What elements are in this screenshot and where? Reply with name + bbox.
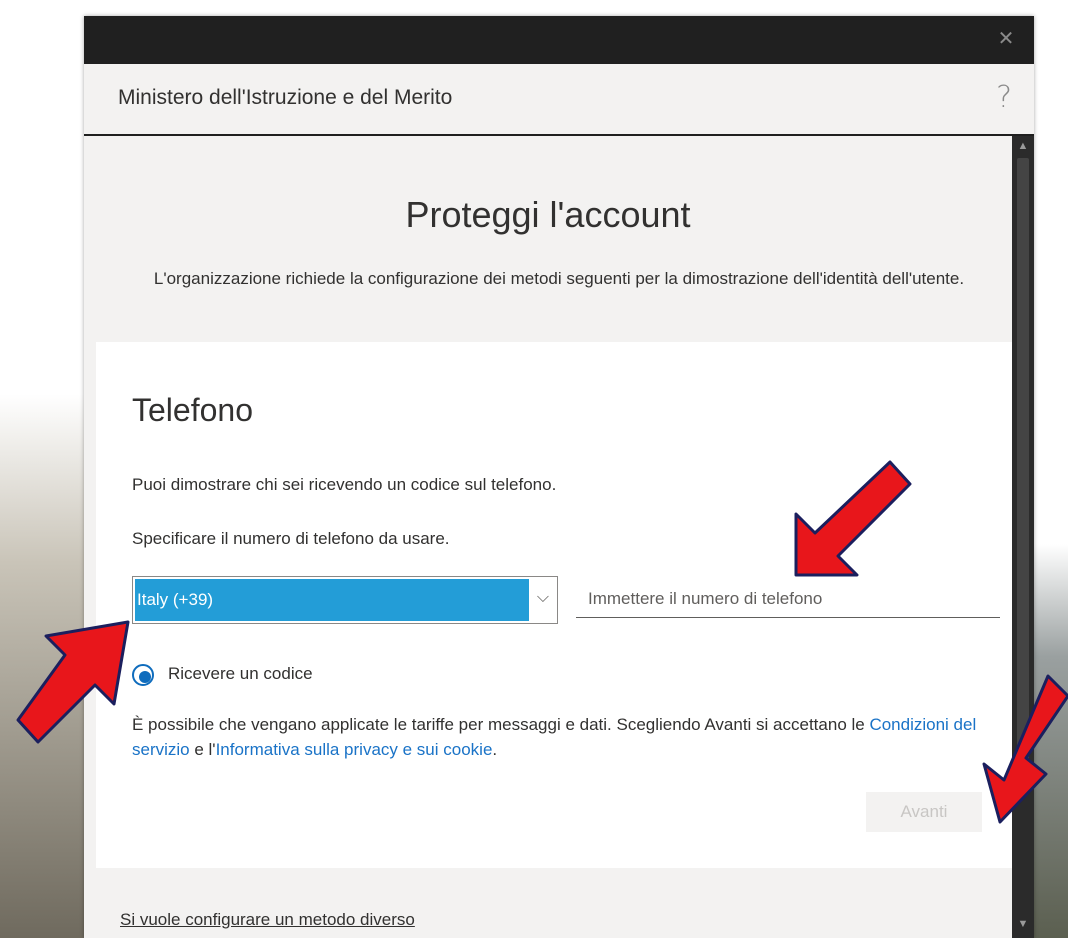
radio-selected-dot <box>139 671 151 683</box>
scroll-up-icon[interactable]: ▲ <box>1012 140 1034 154</box>
intro-text: Puoi dimostrare chi sei ricevendo un cod… <box>132 475 557 494</box>
page-subtitle: L'organizzazione richiede la configurazi… <box>153 269 965 288</box>
alternate-method-link[interactable]: Si vuole configurare un metodo diverso <box>120 910 415 930</box>
selected-country: Italy (+39) <box>135 579 529 621</box>
phone-method-card: Telefono Puoi dimostrare chi sei riceven… <box>96 342 1012 868</box>
desktop-background-right <box>1032 0 1068 938</box>
instruction-text: Specificare il numero di telefono da usa… <box>132 529 450 548</box>
help-icon[interactable]: ? <box>996 80 1012 115</box>
radio-label: Ricevere un codice <box>168 664 313 683</box>
phone-number-input[interactable] <box>576 580 1000 618</box>
chevron-down-icon: ⌵ <box>536 587 550 606</box>
card-title: Telefono <box>132 392 253 428</box>
disclaimer-connector: e l' <box>189 740 216 759</box>
scroll-thumb[interactable] <box>1017 158 1029 778</box>
scroll-down-icon[interactable]: ▼ <box>1012 918 1034 932</box>
organization-name: Ministero dell'Istruzione e del Merito <box>118 86 453 109</box>
auth-dialog-window: ✕ Ministero dell'Istruzione e del Merito… <box>84 16 1034 938</box>
page-title: Proteggi l'account <box>405 194 691 235</box>
close-icon[interactable]: ✕ <box>994 26 1018 50</box>
country-code-select[interactable]: Italy (+39) ⌵ <box>132 576 558 624</box>
privacy-policy-link[interactable]: Informativa sulla privacy e sui cookie <box>216 740 493 759</box>
disclaimer-end: . <box>492 740 498 759</box>
next-button[interactable]: Avanti <box>866 792 982 832</box>
title-bar: ✕ <box>84 16 1034 64</box>
disclaimer-text: È possibile che vengano applicate le tar… <box>132 715 870 734</box>
radio-button[interactable] <box>132 664 154 686</box>
vertical-scrollbar[interactable]: ▲ ▼ <box>1012 136 1034 938</box>
content-area: Proteggi l'account L'organizzazione rich… <box>84 136 1012 938</box>
dialog-header: Ministero dell'Istruzione e del Merito ? <box>84 64 1034 136</box>
desktop-background-left <box>0 0 84 938</box>
rates-disclaimer: È possibile che vengano applicate le tar… <box>132 712 1000 762</box>
